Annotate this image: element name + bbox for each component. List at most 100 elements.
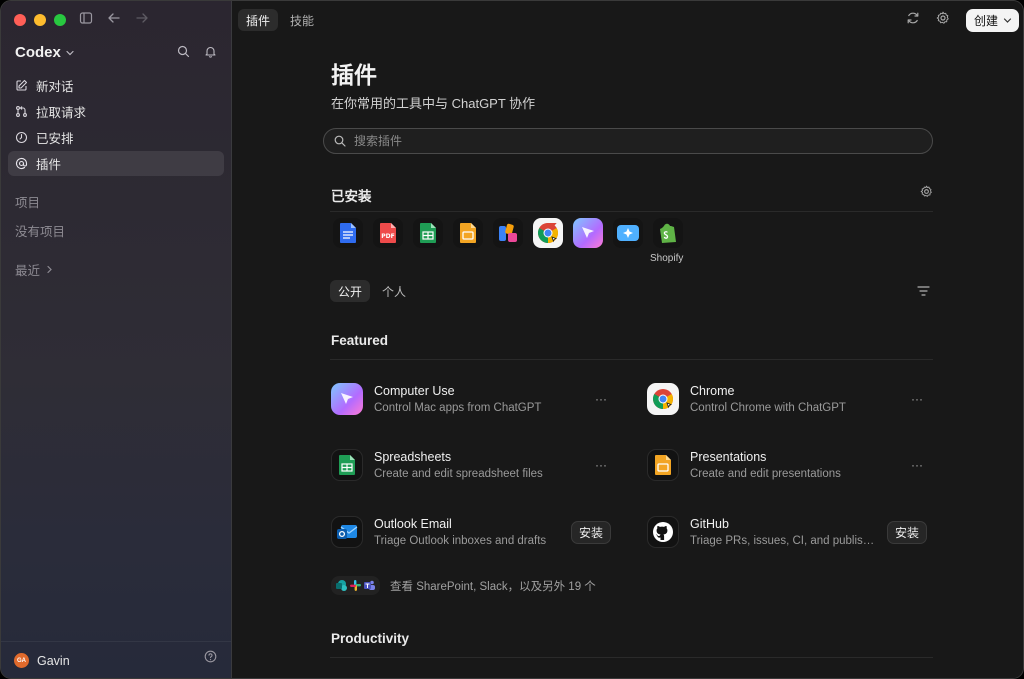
sidebar-item-label: 已安排 — [36, 132, 74, 146]
sidebar: Codex 新对话 拉取请求 已安排 插件 项目 没有项目 最近 GA Gavi… — [1, 1, 232, 678]
plugin-text: Presentations Create and edit presentati… — [690, 450, 896, 480]
close-window-button[interactable] — [14, 14, 26, 26]
sidebar-item-pull-requests[interactable]: 拉取请求 — [8, 99, 224, 124]
plugin-computer-use[interactable]: Computer Use Control Mac apps from ChatG… — [331, 379, 611, 419]
recent-section-toggle[interactable]: 最近 — [15, 260, 54, 279]
installed-app-chrome[interactable] — [533, 218, 563, 248]
workspace-switcher[interactable]: Codex — [15, 44, 75, 61]
installed-app-blocks[interactable] — [493, 218, 523, 248]
more-options-button[interactable]: ··· — [907, 458, 927, 472]
productivity-heading: Productivity — [331, 631, 410, 646]
pull-request-icon — [16, 106, 27, 117]
no-projects-text: 没有项目 — [15, 225, 66, 239]
sidebar-item-plugins[interactable]: 插件 — [8, 151, 224, 176]
installed-app-sheets[interactable] — [413, 218, 443, 248]
bell-icon[interactable] — [204, 45, 217, 63]
back-arrow-icon[interactable] — [107, 11, 121, 25]
chrome-icon — [538, 222, 559, 243]
page-subtitle: 在你常用的工具中与 ChatGPT 协作 — [331, 96, 536, 111]
install-button[interactable]: 安装 — [886, 520, 927, 544]
header-actions: 创建 — [906, 9, 1019, 32]
plugin-text: Chrome Control Chrome with ChatGPT — [690, 384, 896, 414]
more-options-button[interactable]: ··· — [591, 392, 611, 406]
refresh-icon[interactable] — [906, 11, 920, 30]
avatar: GA — [14, 653, 29, 668]
sidebar-item-scheduled[interactable]: 已安排 — [8, 125, 224, 150]
plugin-spreadsheets[interactable]: Spreadsheets Create and edit spreadsheet… — [331, 445, 611, 485]
plugin-icon — [331, 449, 363, 481]
plugin-name: Chrome — [690, 384, 735, 398]
plugin-chrome[interactable]: Chrome Control Chrome with ChatGPT ··· — [647, 379, 927, 419]
tab-plugins[interactable]: 插件 — [238, 9, 279, 31]
recent-heading: 最近 — [15, 264, 41, 278]
plugin-github[interactable]: GitHub Triage PRs, issues, CI, and publi… — [647, 512, 927, 552]
filter-personal[interactable]: 个人 — [374, 280, 414, 302]
see-more-text: 查看 SharePoint, Slack，以及另外 19 个 — [390, 580, 596, 593]
plugin-description: Triage PRs, issues, CI, and publish chan… — [690, 535, 876, 547]
more-options-button[interactable]: ··· — [591, 458, 611, 472]
installed-divider — [330, 211, 933, 212]
plugin-text: Outlook Email Triage Outlook inboxes and… — [374, 517, 560, 547]
installed-heading: 已安装 — [331, 189, 372, 204]
plugin-name: Presentations — [690, 450, 767, 464]
plugin-icon — [331, 516, 363, 548]
installed-app-shopify[interactable] — [653, 218, 683, 248]
plugin-description: Control Chrome with ChatGPT — [690, 402, 846, 414]
help-icon[interactable] — [204, 650, 217, 668]
plugin-presentations[interactable]: Presentations Create and edit presentati… — [647, 445, 927, 485]
installed-app-pdf[interactable]: PDF — [373, 218, 403, 248]
sidebar-footer-divider — [1, 641, 231, 642]
gear-icon[interactable] — [936, 11, 950, 30]
page-title: 插件 — [331, 62, 377, 88]
header-tabs: 插件 技能 — [238, 9, 322, 31]
sidebar-actions — [177, 45, 217, 63]
sidebar-toolbar — [79, 11, 149, 25]
sidebar-nav: 新对话 拉取请求 已安排 插件 — [8, 73, 224, 177]
plugin-name: GitHub — [690, 517, 729, 531]
zoom-window-button[interactable] — [54, 14, 66, 26]
featured-heading: Featured — [331, 333, 389, 348]
search-input[interactable] — [354, 134, 922, 148]
sharepoint-icon — [336, 580, 347, 591]
plugin-icon-stack — [331, 576, 380, 595]
minimize-window-button[interactable] — [34, 14, 46, 26]
svg-text:PDF: PDF — [381, 233, 394, 240]
search-icon[interactable] — [177, 45, 190, 63]
teams-icon — [364, 580, 375, 590]
pdf-icon: PDF — [380, 223, 396, 243]
outlook-icon — [337, 525, 358, 539]
tab-skills[interactable]: 技能 — [282, 9, 322, 31]
chevron-right-icon — [47, 265, 52, 274]
plugin-name: Outlook Email — [374, 517, 452, 531]
create-button[interactable]: 创建 — [965, 9, 1019, 32]
plugin-icon — [331, 383, 363, 415]
plugin-text: GitHub Triage PRs, issues, CI, and publi… — [690, 517, 876, 547]
sidebar-item-new-chat[interactable]: 新对话 — [8, 73, 224, 98]
sidebar-item-label: 新对话 — [36, 80, 74, 94]
user-profile[interactable]: GA Gavin — [14, 653, 70, 668]
sidebar-toggle-icon[interactable] — [79, 11, 93, 25]
installed-app-sparkle[interactable] — [613, 218, 643, 248]
plugin-outlook-email[interactable]: Outlook Email Triage Outlook inboxes and… — [331, 512, 611, 552]
sidebar-item-label: 拉取请求 — [36, 106, 87, 120]
filter-public[interactable]: 公开 — [330, 280, 371, 302]
manage-installed-gear-icon[interactable] — [920, 185, 933, 203]
github-icon — [653, 522, 673, 542]
plugin-description: Control Mac apps from ChatGPT — [374, 402, 542, 414]
installed-app-tooltip: Shopify — [650, 253, 684, 264]
forward-arrow-icon[interactable] — [135, 11, 149, 25]
filter-list-icon[interactable] — [917, 284, 930, 302]
more-options-button[interactable]: ··· — [907, 392, 927, 406]
projects-heading: 项目 — [15, 196, 41, 210]
install-button[interactable]: 安装 — [570, 520, 611, 544]
search-bar — [323, 128, 933, 154]
docs-icon — [340, 223, 356, 243]
installed-app-docs[interactable] — [333, 218, 363, 248]
installed-app-computer-use[interactable] — [573, 218, 603, 248]
installed-app-slides[interactable] — [453, 218, 483, 248]
sheets-icon — [339, 455, 355, 475]
plugin-description: Create and edit presentations — [690, 468, 841, 480]
plugin-icon — [647, 449, 679, 481]
app-window: Codex 新对话 拉取请求 已安排 插件 项目 没有项目 最近 GA Gavi… — [0, 0, 1024, 679]
see-more-plugins-link[interactable]: 查看 SharePoint, Slack，以及另外 19 个 — [331, 576, 596, 595]
